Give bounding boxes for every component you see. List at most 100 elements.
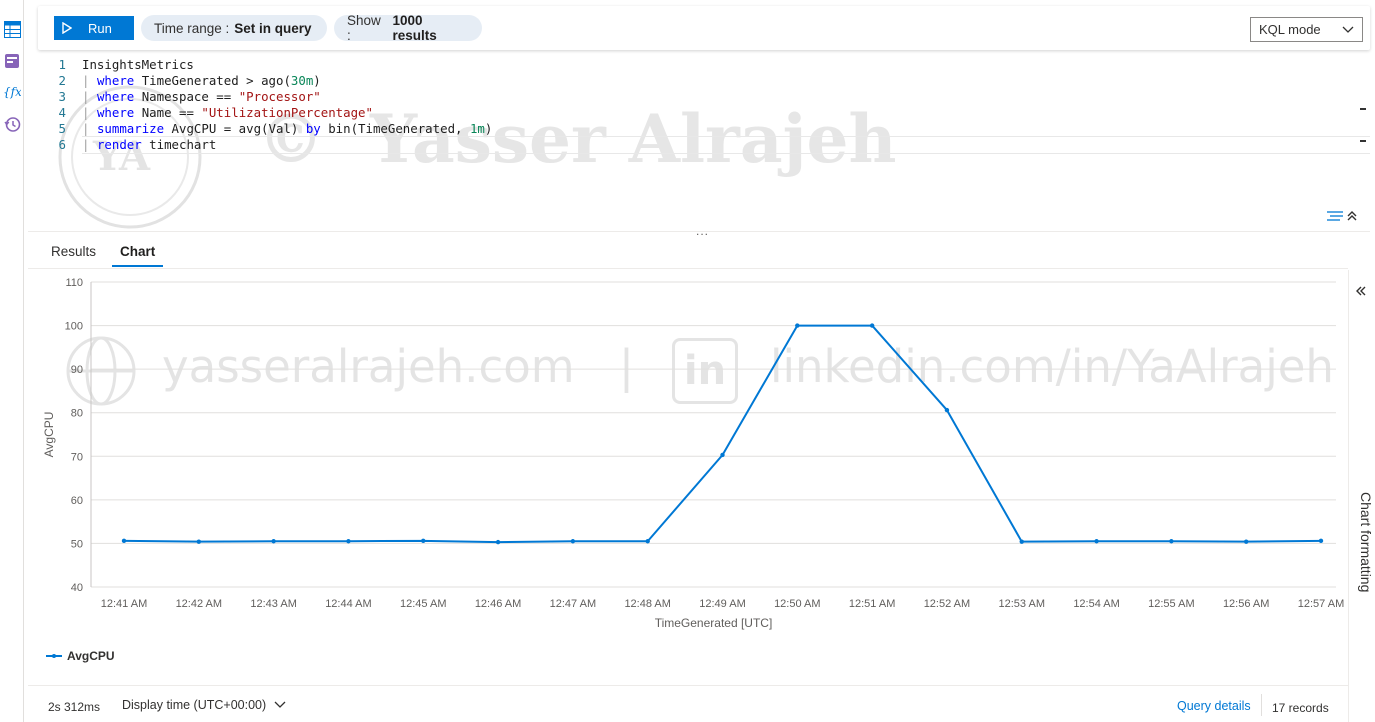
display-time-label: Display time (UTC+00:00) — [122, 698, 267, 712]
query-duration: 2s 312ms — [48, 700, 101, 714]
x-tick-label: 12:57 AM — [1298, 598, 1344, 610]
tab-chart[interactable]: Chart — [111, 244, 164, 267]
expand-panel-icon[interactable] — [1354, 284, 1368, 298]
legend-label: AvgCPU — [67, 649, 115, 663]
x-tick-label: 12:56 AM — [1223, 598, 1269, 610]
x-axis-title: TimeGenerated [UTC] — [655, 616, 773, 630]
time-range-picker[interactable]: Time range : Set in query — [141, 15, 327, 41]
x-tick-label: 12:49 AM — [699, 598, 745, 610]
x-tick-label: 12:50 AM — [774, 598, 820, 610]
data-point — [495, 539, 501, 545]
x-tick-label: 12:45 AM — [400, 598, 446, 610]
data-point — [346, 539, 351, 544]
status-bar: 2s 312ms Display time (UTC+00:00) Query … — [28, 685, 1348, 722]
editor-tools — [1326, 209, 1358, 223]
tabs-divider — [28, 268, 1348, 269]
left-rail: {fx} — [0, 0, 24, 722]
scroll-marker — [1360, 140, 1366, 142]
data-point — [645, 539, 650, 544]
query-toolbar: Run Time range : Set in query Show : 100… — [38, 6, 1370, 50]
series-line — [123, 324, 1322, 544]
timechart: 40 50 60 70 80 90 100 110 12:41 AM 12:42 AM 12:43 … — [42, 277, 1344, 630]
data-point — [1243, 539, 1249, 544]
x-tick-label: 12:42 AM — [176, 598, 222, 610]
line-code: | where Namespace == "Processor" — [82, 89, 321, 104]
play-icon — [62, 22, 72, 34]
query-pack-icon[interactable] — [3, 52, 21, 70]
data-point — [795, 323, 800, 328]
y-tick-label: 40 — [71, 582, 83, 594]
data-point — [869, 323, 875, 328]
line-code: | summarize AvgCPU = avg(Val) by bin(Tim… — [82, 121, 493, 136]
data-point — [1094, 539, 1099, 544]
x-tick-label: 12:43 AM — [250, 598, 296, 610]
format-query-icon[interactable] — [1326, 209, 1344, 223]
current-line-highlight — [82, 136, 1370, 154]
kql-mode-dropdown[interactable]: KQL mode — [1250, 17, 1363, 42]
data-point — [944, 407, 950, 413]
scroll-marker — [1360, 108, 1366, 110]
query-details-link[interactable]: Query details — [1177, 699, 1251, 713]
y-tick-label: 70 — [71, 451, 83, 463]
x-tick-label: 12:41 AM — [101, 598, 147, 610]
line-number: 4 — [58, 105, 66, 120]
y-tick-label: 80 — [71, 408, 83, 420]
chart-formatting-panel: Chart formatting — [1348, 270, 1375, 722]
time-range-label: Time range : — [154, 20, 230, 36]
x-tick-label: 12:48 AM — [624, 598, 670, 610]
line-code: InsightsMetrics — [82, 57, 194, 72]
function-icon[interactable]: {fx} — [3, 83, 21, 101]
data-point — [1318, 538, 1324, 544]
show-value: 1000 results — [392, 13, 437, 43]
data-point — [271, 539, 276, 544]
y-tick-label: 50 — [71, 538, 83, 550]
chevron-down-icon — [1342, 26, 1354, 33]
line-number: 3 — [58, 89, 66, 104]
data-point — [121, 538, 127, 544]
line-code: | where Name == "UtilizationPercentage" — [82, 105, 373, 120]
splitter-handle[interactable]: ... — [696, 224, 709, 238]
line-code: | render timechart — [82, 137, 217, 152]
data-point — [720, 452, 725, 458]
data-point — [196, 539, 202, 544]
tab-results[interactable]: Results — [51, 244, 96, 265]
x-tick-label: 12:53 AM — [999, 598, 1045, 610]
collapse-editor-icon[interactable] — [1346, 209, 1358, 223]
query-editor[interactable]: 1 InsightsMetrics 2 | where TimeGenerated >… — [28, 54, 1370, 230]
chevron-down-icon — [274, 701, 286, 708]
chart-area: 40 50 60 70 80 90 100 110 12:41 AM 12:42 AM 12:43 … — [28, 270, 1348, 682]
y-tick-label: 90 — [71, 364, 83, 376]
line-number: 5 — [58, 121, 66, 136]
x-tick-label: 12:44 AM — [325, 598, 371, 610]
kql-mode-label: KQL mode — [1259, 22, 1321, 37]
line-code: | where TimeGenerated > ago(30m) — [82, 73, 321, 88]
y-tick-label: 110 — [65, 277, 83, 289]
footer-divider — [1261, 694, 1262, 716]
record-count: 17 records — [1272, 701, 1329, 715]
y-axis-title: AvgCPU — [42, 412, 56, 458]
x-tick-label: 12:46 AM — [475, 598, 521, 610]
history-icon[interactable] — [3, 115, 21, 133]
y-tick-label: 60 — [71, 495, 83, 507]
run-button[interactable]: Run — [54, 16, 134, 40]
run-label: Run — [88, 20, 112, 36]
line-number: 6 — [58, 137, 66, 152]
y-tick-label: 100 — [65, 321, 83, 333]
chart-legend[interactable]: AvgCPU — [46, 649, 115, 663]
display-time-dropdown[interactable]: Display time (UTC+00:00) — [122, 698, 286, 712]
x-tick-label: 12:47 AM — [550, 598, 596, 610]
x-tick-label: 12:51 AM — [849, 598, 895, 610]
chart-formatting-label[interactable]: Chart formatting — [1358, 492, 1374, 592]
data-point — [570, 539, 576, 544]
time-range-value: Set in query — [234, 20, 312, 36]
line-number: 1 — [58, 57, 66, 72]
data-point — [421, 538, 426, 544]
data-point — [1169, 539, 1174, 544]
data-point — [1019, 539, 1024, 544]
x-tick-label: 12:54 AM — [1073, 598, 1119, 610]
result-limit-picker[interactable]: Show : 1000 results — [334, 13, 482, 43]
table-icon[interactable] — [3, 20, 21, 38]
legend-line-icon — [46, 654, 62, 658]
line-number: 2 — [58, 73, 66, 88]
svg-text:{fx}: {fx} — [3, 85, 21, 99]
